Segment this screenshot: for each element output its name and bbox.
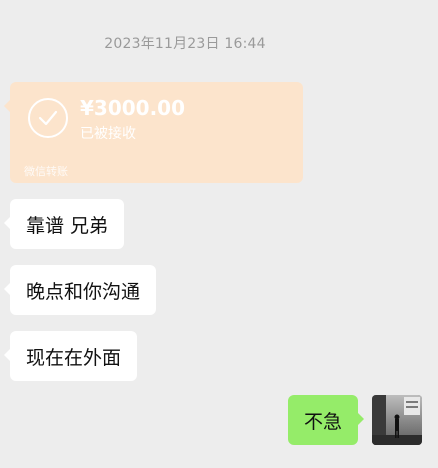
- received-message-bubble[interactable]: 晚点和你沟通: [3, 265, 157, 315]
- transfer-footer-label: 微信转账: [24, 165, 68, 178]
- message-text: 晚点和你沟通: [26, 280, 141, 303]
- check-circle-icon: [28, 98, 68, 138]
- transfer-status: 已被接收: [80, 126, 136, 142]
- sent-message-bubble[interactable]: 不急: [287, 395, 365, 445]
- transfer-amount: ¥3000.00: [80, 96, 186, 120]
- message-text: 不急: [303, 410, 342, 433]
- message-text: 靠谱 兄弟: [26, 214, 109, 237]
- received-message-bubble[interactable]: 靠谱 兄弟: [3, 199, 125, 249]
- transfer-card[interactable]: ¥3000.00 已被接收 微信转账: [4, 82, 303, 183]
- user-avatar[interactable]: [372, 395, 422, 445]
- chat-timestamp: 2023年11月23日 16:44: [104, 36, 266, 52]
- received-message-bubble[interactable]: 现在在外面: [3, 331, 138, 381]
- message-text: 现在在外面: [26, 346, 122, 369]
